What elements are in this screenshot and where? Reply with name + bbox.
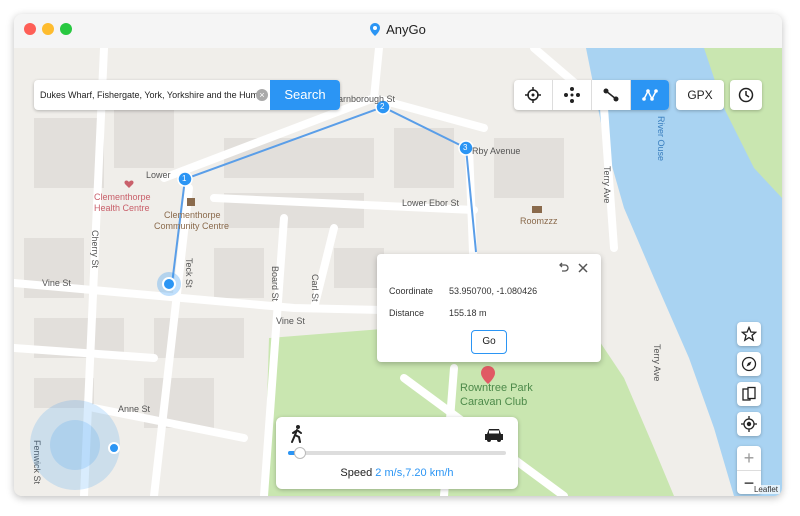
location-pin-icon <box>370 23 381 36</box>
star-icon <box>741 326 757 342</box>
compass-icon <box>741 356 757 372</box>
crosshair-icon <box>525 87 541 103</box>
distance-label: Distance <box>389 308 425 318</box>
coordinate-value: 53.950700, -1.080426 <box>449 286 538 296</box>
joystick-mode-button[interactable] <box>553 80 592 110</box>
street-label-terry-ave: Terry Ave <box>602 166 612 204</box>
distance-value: 155.18 m <box>449 308 487 318</box>
poi-clementhorpe-health-2: Health Centre <box>94 203 150 213</box>
history-button[interactable] <box>730 80 762 110</box>
health-centre-marker <box>124 180 134 188</box>
map-view[interactable]: 1 2 3 Lower Barnborough St Rby Avenue Lo… <box>14 48 782 496</box>
leaflet-attribution[interactable]: Leaflet <box>751 485 780 494</box>
two-spot-mode-button[interactable] <box>592 80 631 110</box>
gpx-button[interactable]: GPX <box>676 80 724 110</box>
multi-spot-mode-button[interactable] <box>631 80 669 110</box>
street-label-terry-ave-2: Terry Ave <box>652 344 662 382</box>
device-switch-button[interactable] <box>737 382 761 406</box>
river-ouse-label: River Ouse <box>656 116 666 162</box>
community-centre-marker <box>187 198 195 206</box>
go-button[interactable]: Go <box>471 330 507 354</box>
speed-value: 2 m/s,7.20 km/h <box>375 467 454 479</box>
poi-clementhorpe-health-1: Clementhorpe <box>94 192 151 202</box>
zoom-in-button[interactable]: + <box>737 446 761 470</box>
teleport-mode-button[interactable] <box>514 80 553 110</box>
favorite-button[interactable] <box>737 322 761 346</box>
joystick-pad[interactable] <box>30 400 120 490</box>
street-label-vine-st-left: Vine St <box>42 278 71 288</box>
joystick-icon <box>564 87 580 103</box>
joystick-inner-ring <box>50 420 100 470</box>
street-label-rby-avenue: Rby Avenue <box>472 146 521 156</box>
window-title: AnyGo <box>386 22 426 37</box>
poi-rowntree-park-2: Caravan Club <box>460 396 528 408</box>
app-window: AnyGo 1 2 3 Lower Barnborough St Rby Ave… <box>14 14 782 496</box>
speed-readout: Speed 2 m/s,7.20 km/h <box>276 467 518 479</box>
search-button[interactable]: Search <box>270 80 340 110</box>
roomzzz-marker <box>532 206 542 213</box>
title-bar: AnyGo <box>14 14 782 49</box>
walk-icon[interactable] <box>290 425 304 443</box>
clear-search-icon[interactable]: × <box>256 89 268 101</box>
undo-icon[interactable] <box>557 262 569 274</box>
window-title-wrap: AnyGo <box>14 22 782 37</box>
search-bar: × Search <box>34 80 340 110</box>
street-label-cherry-st: Cherry St <box>90 230 100 269</box>
poi-community-centre-2: Community Centre <box>154 221 230 231</box>
compass-button[interactable] <box>737 352 761 376</box>
street-label-board-st: Board St <box>270 266 280 302</box>
street-label-lower: Lower <box>146 170 171 180</box>
speed-slider-thumb[interactable] <box>293 447 306 459</box>
poi-community-centre-1: Clementhorpe <box>164 210 221 220</box>
mode-toolbar <box>514 80 669 110</box>
street-label-carl-st: Carl St <box>310 274 320 302</box>
street-label-teck-st: Teck St <box>184 258 194 288</box>
locate-button[interactable] <box>737 412 761 436</box>
speed-panel: Speed 2 m/s,7.20 km/h <box>276 417 518 489</box>
locate-icon <box>741 416 757 432</box>
multi-spot-route-icon <box>642 89 658 101</box>
waypoint-1-label[interactable]: 1 <box>182 174 186 183</box>
clock-icon <box>738 87 754 103</box>
street-label-anne-st: Anne St <box>118 404 151 414</box>
current-location-dot <box>162 277 176 291</box>
speed-slider[interactable] <box>288 447 506 459</box>
joystick-handle[interactable] <box>108 442 120 454</box>
street-label-vine-st-mid: Vine St <box>276 316 305 326</box>
poi-rowntree-park-1: Rowntree Park <box>460 382 533 394</box>
street-label-barnborough: Barnborough St <box>332 94 396 104</box>
waypoint-info-popup: Coordinate 53.950700, -1.080426 Distance… <box>377 254 601 362</box>
waypoint-3-label[interactable]: 3 <box>463 143 467 152</box>
car-icon[interactable] <box>484 427 504 443</box>
close-icon[interactable] <box>577 262 589 274</box>
two-spot-route-icon <box>603 88 619 102</box>
device-switch-icon <box>742 386 756 401</box>
poi-roomzzz: Roomzzz <box>520 216 558 226</box>
speed-label: Speed <box>340 467 373 479</box>
coordinate-label: Coordinate <box>389 286 434 296</box>
search-input[interactable] <box>34 80 272 110</box>
street-label-lower-ebor: Lower Ebor St <box>402 198 460 208</box>
